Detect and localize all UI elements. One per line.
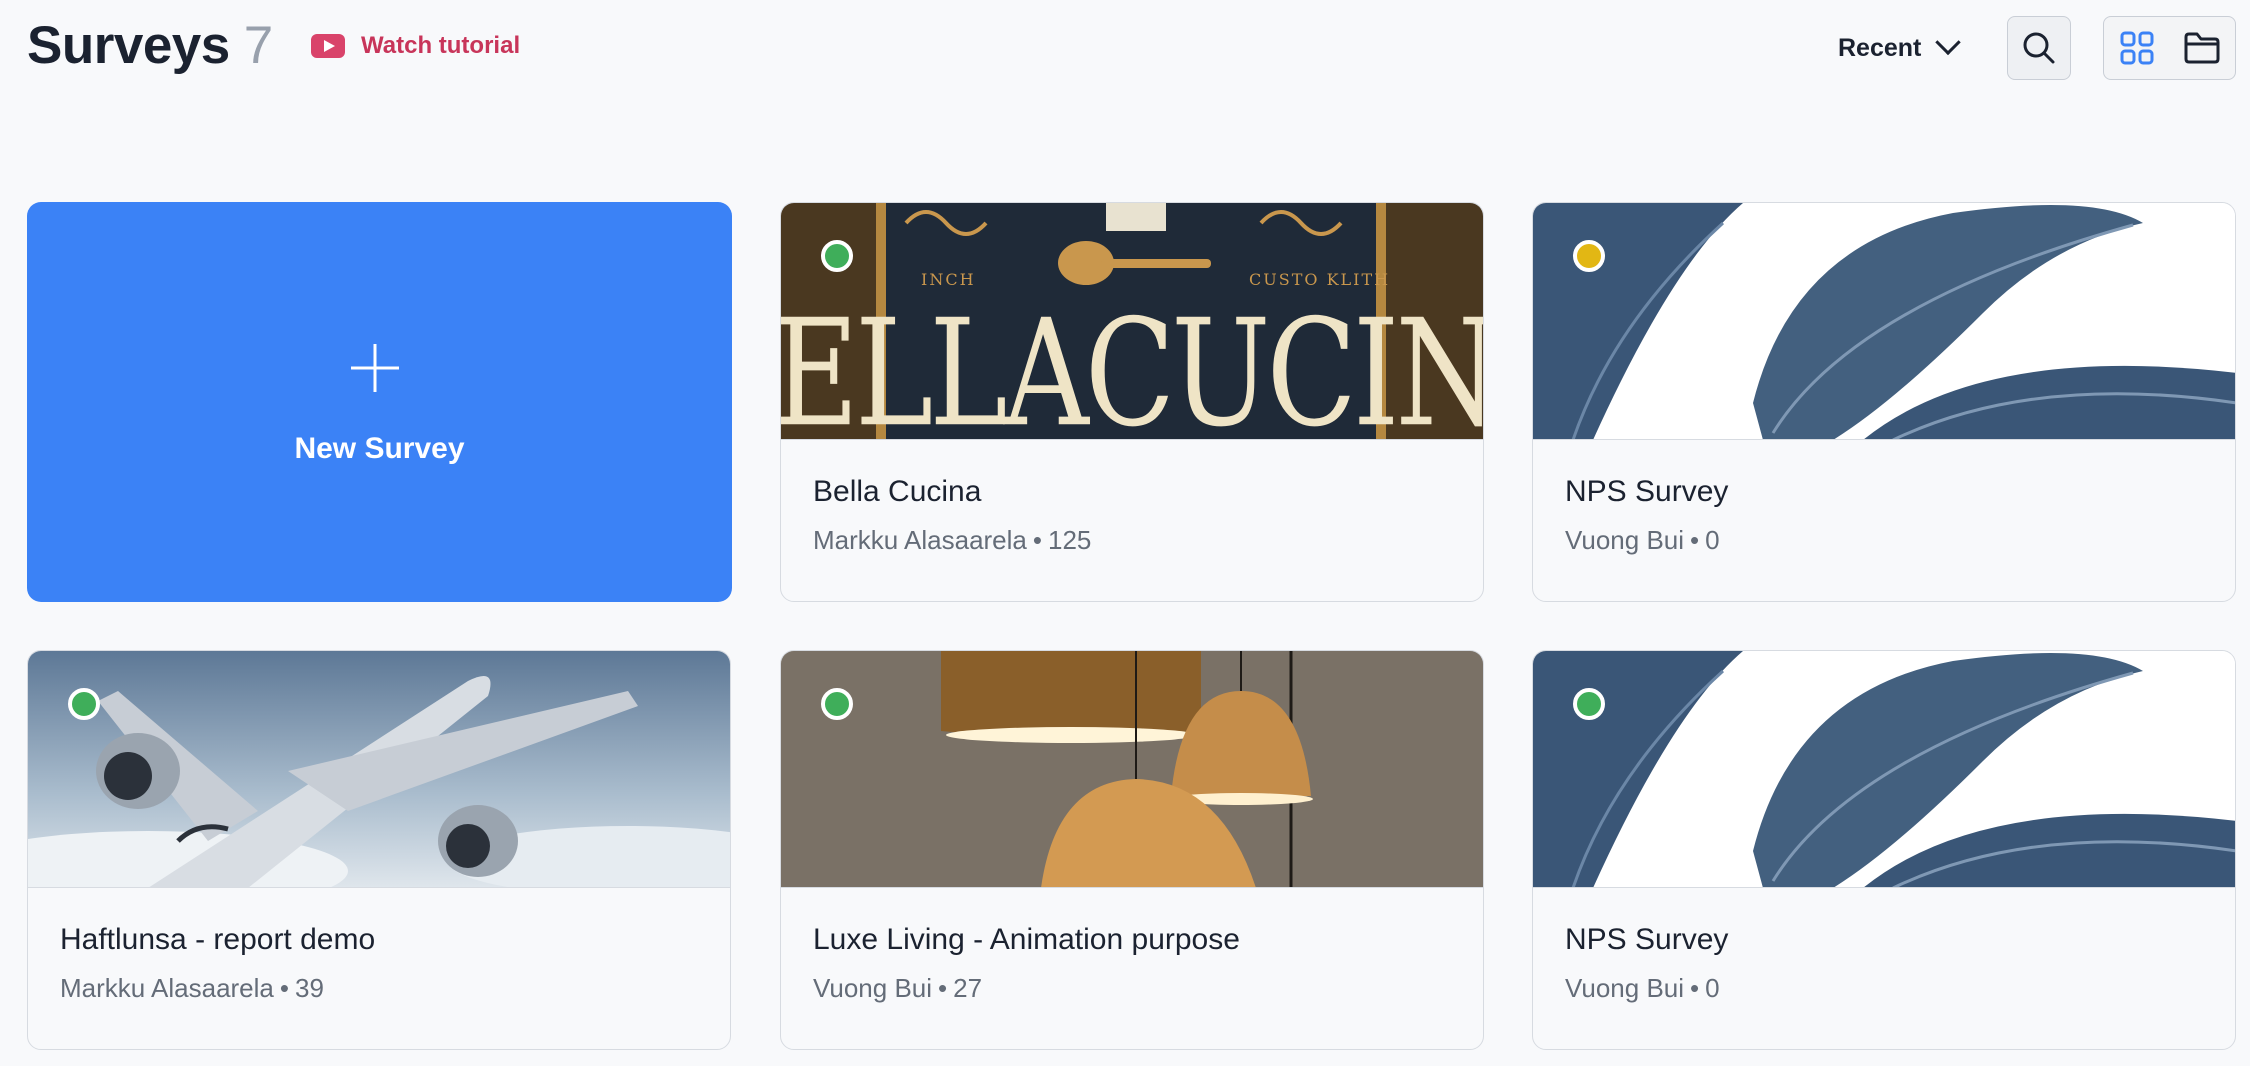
survey-responses: 39: [295, 973, 324, 1003]
watch-tutorial-link[interactable]: Watch tutorial: [311, 30, 520, 62]
survey-thumbnail: [781, 651, 1483, 888]
survey-thumbnail: [28, 651, 730, 888]
survey-meta: Vuong Bui • 0: [1565, 973, 1720, 1003]
status-dot: [821, 240, 853, 272]
view-toggle: [2103, 16, 2236, 80]
survey-name: Luxe Living - Animation purpose: [813, 923, 1240, 956]
sort-label: Recent: [1838, 33, 1922, 62]
survey-name: NPS Survey: [1565, 923, 1729, 956]
survey-responses: 27: [953, 973, 983, 1003]
folder-view-button[interactable]: [2170, 17, 2236, 79]
survey-name: Bella Cucina: [813, 475, 982, 508]
survey-card[interactable]: Haftlunsa - report demo Markku Alasaarel…: [27, 650, 731, 1050]
svg-text:BELLACUCINA: BELLACUCINA: [781, 288, 1483, 440]
folder-icon: [2184, 32, 2220, 64]
survey-name: Haftlunsa - report demo: [60, 923, 376, 956]
watch-tutorial-label: Watch tutorial: [361, 32, 521, 59]
chevron-down-icon: [1935, 29, 1962, 56]
survey-responses: 125: [1048, 525, 1092, 555]
survey-meta: Vuong Bui • 27: [813, 973, 983, 1003]
survey-responses: 0: [1705, 973, 1720, 1003]
survey-card[interactable]: INCH CUSTO KLITH BELLACUCINA Bella Cucin…: [780, 202, 1484, 602]
grid-view-button[interactable]: [2104, 17, 2170, 79]
search-icon: [2023, 32, 2055, 64]
status-dot: [1573, 240, 1605, 272]
survey-count: 7: [243, 16, 273, 75]
status-dot: [821, 688, 853, 720]
grid-icon: [2120, 31, 2154, 65]
status-dot: [1573, 688, 1605, 720]
survey-meta: Markku Alasaarela • 125: [813, 525, 1092, 555]
plus-icon: [351, 344, 399, 392]
survey-name: NPS Survey: [1565, 475, 1729, 508]
survey-meta: Markku Alasaarela • 39: [60, 973, 324, 1003]
survey-responses: 0: [1705, 525, 1720, 555]
survey-card[interactable]: NPS Survey Vuong Bui • 0: [1532, 202, 2236, 602]
new-survey-card[interactable]: New Survey: [27, 202, 732, 602]
search-button[interactable]: [2007, 16, 2071, 80]
survey-author: Markku Alasaarela: [60, 973, 274, 1003]
svg-text:CUSTO KLITH: CUSTO KLITH: [1249, 270, 1390, 289]
svg-text:INCH: INCH: [921, 270, 976, 289]
page-title: Surveys 7: [27, 14, 273, 78]
youtube-play-icon: [311, 34, 345, 58]
survey-thumbnail: INCH CUSTO KLITH BELLACUCINA: [781, 203, 1483, 440]
survey-author: Markku Alasaarela: [813, 525, 1027, 555]
survey-card[interactable]: NPS Survey Vuong Bui • 0: [1532, 650, 2236, 1050]
survey-author: Vuong Bui: [1565, 525, 1685, 555]
page-header: Surveys 7 Watch tutorial Recent: [0, 0, 2250, 100]
sort-dropdown[interactable]: Recent: [1838, 28, 1962, 68]
page-title-text: Surveys: [27, 16, 230, 75]
survey-author: Vuong Bui: [1565, 973, 1685, 1003]
status-dot: [68, 688, 100, 720]
survey-card[interactable]: Luxe Living - Animation purpose Vuong Bu…: [780, 650, 1484, 1050]
survey-thumbnail: [1533, 203, 2235, 440]
new-survey-label: New Survey: [294, 432, 465, 465]
survey-author: Vuong Bui: [813, 973, 933, 1003]
survey-meta: Vuong Bui • 0: [1565, 525, 1720, 555]
survey-thumbnail: [1533, 651, 2235, 888]
